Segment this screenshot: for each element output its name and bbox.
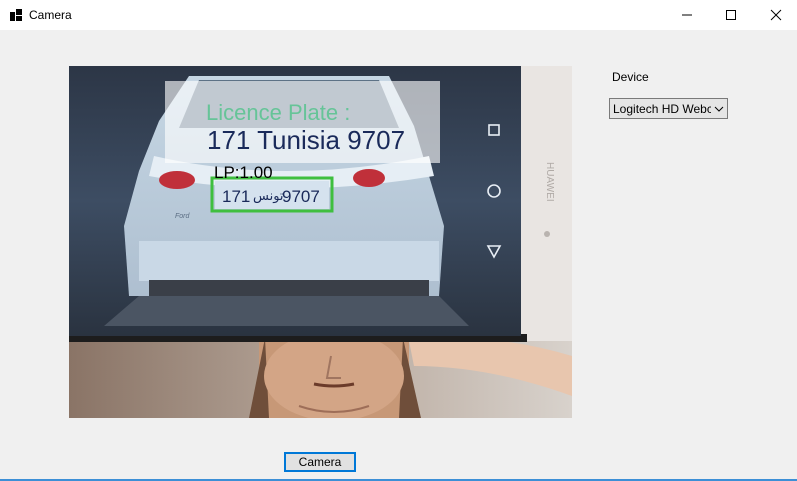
device-dropdown[interactable]: Logitech HD Webcam C270 <box>609 98 728 119</box>
phone-brand: HUAWEI <box>544 162 555 202</box>
licence-plate: 171 تونس 9707 <box>210 176 334 213</box>
camera-app-icon <box>10 9 22 21</box>
ocr-overlay: Licence Plate : 171 Tunisia 9707 <box>165 81 440 163</box>
device-selected-value: Logitech HD Webcam C270 <box>613 101 711 116</box>
close-icon <box>770 9 782 21</box>
title-bar: Camera <box>0 0 797 30</box>
plate-arabic-text: تونس <box>253 189 284 204</box>
plate-right-number: 9707 <box>282 187 320 206</box>
window-title: Camera <box>29 8 72 22</box>
device-label: Device <box>612 70 649 84</box>
svg-text:Ford: Ford <box>175 213 191 220</box>
recognized-plate-text: 171 Tunisia 9707 <box>207 125 405 155</box>
maximize-icon <box>726 10 736 20</box>
minimize-button[interactable] <box>664 0 710 30</box>
maximize-button[interactable] <box>708 0 754 30</box>
chevron-down-icon <box>711 99 727 118</box>
camera-button[interactable]: Camera <box>284 452 356 472</box>
camera-frame: HUAWEI Ford 171 تونس 9707 LP:1.00 Licenc… <box>69 66 572 418</box>
close-button[interactable] <box>753 0 797 30</box>
minimize-icon <box>682 14 692 16</box>
camera-button-label: Camera <box>298 455 342 469</box>
camera-feed: HUAWEI Ford 171 تونس 9707 LP:1.00 Licenc… <box>69 66 572 418</box>
detection-confidence-label: LP:1.00 <box>214 163 273 182</box>
overlay-heading: Licence Plate : <box>206 100 350 125</box>
person-face <box>249 331 421 418</box>
plate-left-number: 171 <box>222 187 250 206</box>
